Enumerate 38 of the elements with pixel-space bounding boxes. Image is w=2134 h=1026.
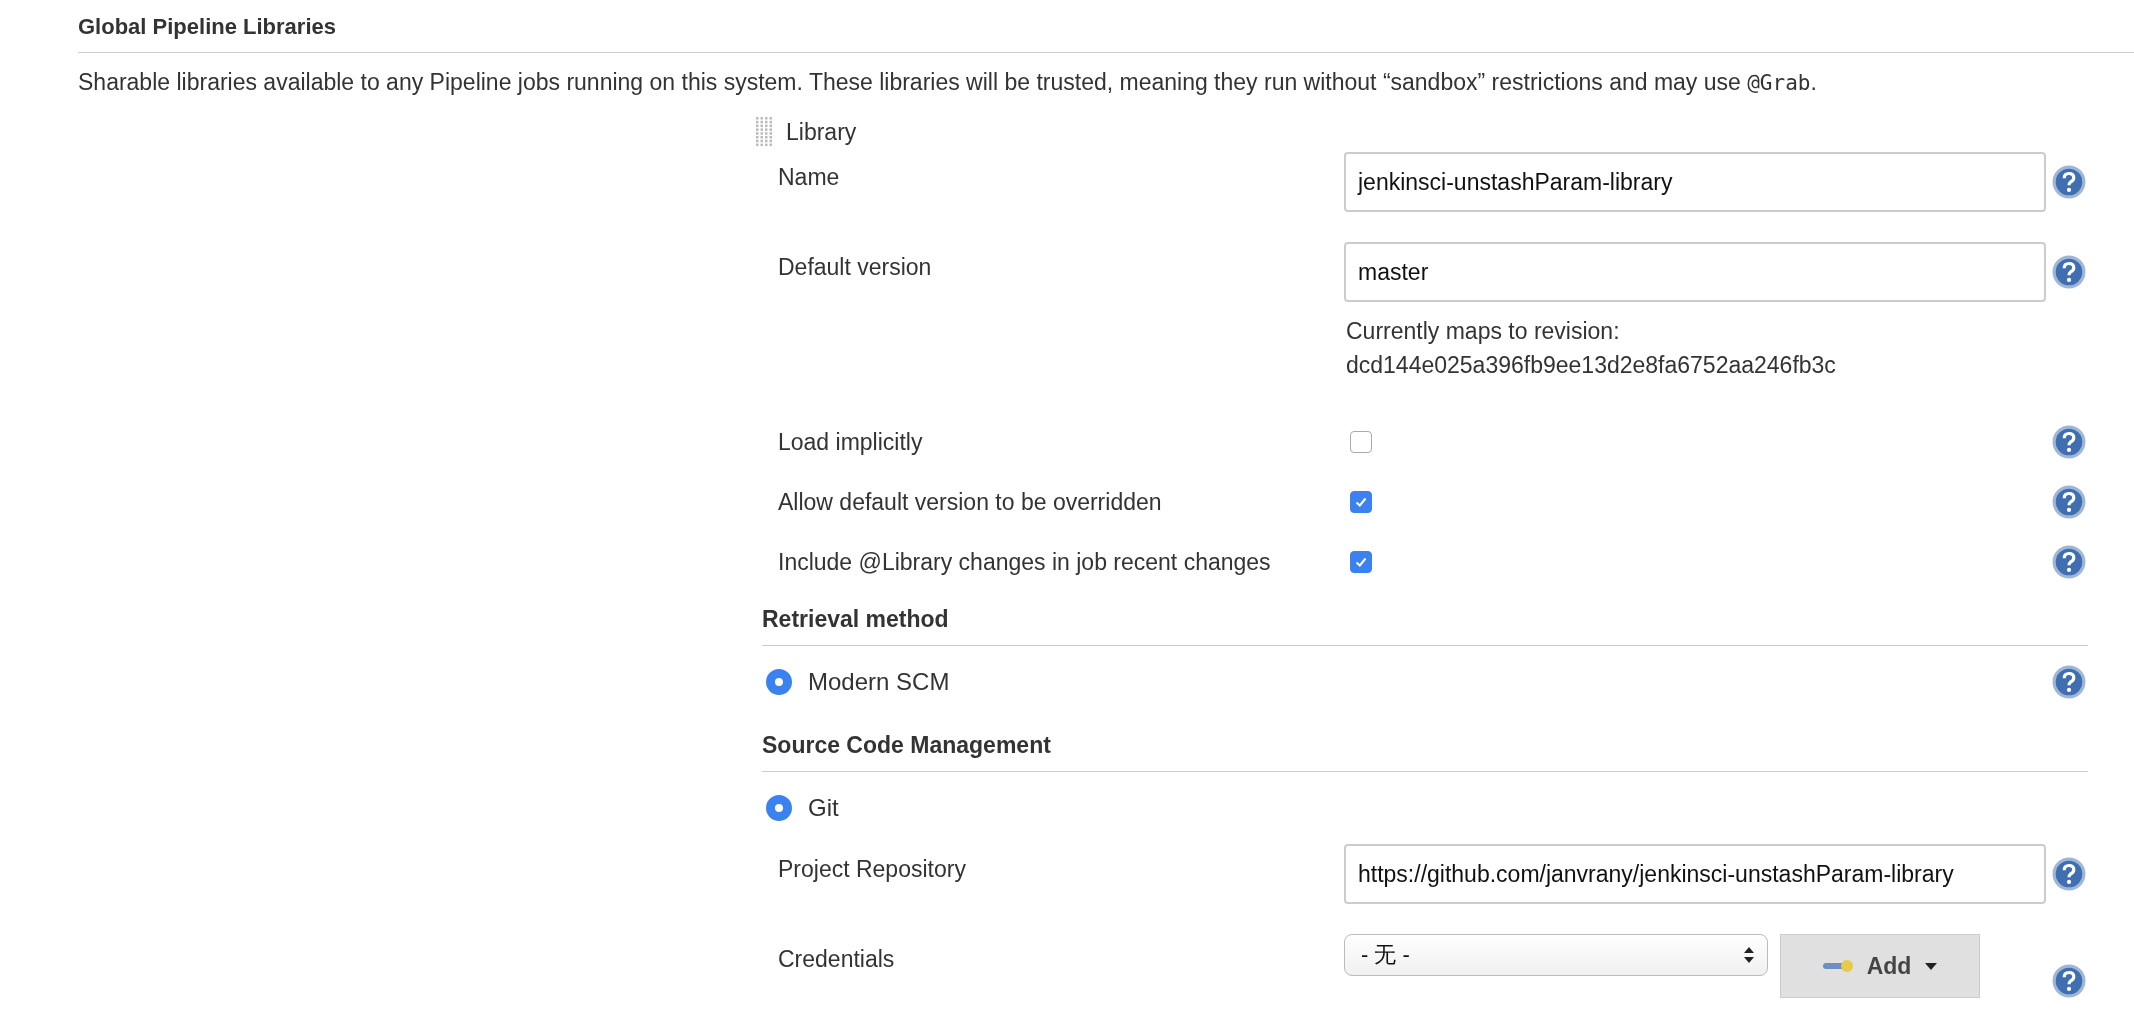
- field-label: Name: [777, 163, 841, 191]
- add-button[interactable]: Add: [1780, 934, 1980, 998]
- field-label: Include @Library changes in job recent changes: [777, 548, 1272, 576]
- help-icon[interactable]: [2052, 964, 2086, 998]
- credentials-dropdown[interactable]: - 无 -: [1344, 934, 1768, 976]
- revision-note: Currently maps to revision:: [1346, 317, 1621, 346]
- text-field[interactable]: jenkinsci-unstashParam-library: [1344, 152, 2046, 212]
- help-icon[interactable]: [2052, 545, 2086, 579]
- help-icon[interactable]: [2052, 255, 2086, 289]
- field-label: Credentials: [777, 945, 896, 973]
- section-heading: Retrieval method: [762, 606, 950, 633]
- help-icon[interactable]: [2052, 425, 2086, 459]
- caret-icon: [1923, 961, 1940, 971]
- section-description: Sharable libraries available to any Pipeline jobs running on this system. These libraries will be trusted, meaning they run without “sandbox” restrictions and may use @Grab.: [77, 69, 1818, 96]
- field-label: Load implicitly: [777, 428, 924, 456]
- help-icon[interactable]: [2052, 665, 2086, 699]
- section-heading: Source Code Management: [762, 732, 1052, 759]
- help-icon[interactable]: [2052, 165, 2086, 199]
- revision-note: dcd144e025a396fb9ee13d2e8fa6752aa246fb3c: [1346, 351, 1837, 380]
- radio-button[interactable]: [766, 669, 792, 695]
- help-icon[interactable]: [2052, 485, 2086, 519]
- up-down-arrows-icon: [1743, 945, 1755, 965]
- radio-label: Modern SCM: [808, 668, 950, 696]
- library-title: Library: [786, 118, 857, 146]
- text-field[interactable]: master: [1344, 242, 2046, 302]
- key-icon: [1820, 957, 1855, 975]
- section-heading: Global Pipeline Libraries: [77, 14, 337, 40]
- field-label: Default version: [777, 253, 933, 281]
- drag-handle-icon[interactable]: [756, 117, 774, 147]
- text-field[interactable]: https://github.com/janvrany/jenkinsci-unstashParam-library: [1344, 844, 2046, 904]
- field-label: Project Repository: [777, 855, 967, 883]
- radio-label: Git: [808, 794, 839, 822]
- checkbox[interactable]: [1350, 431, 1372, 453]
- checkbox[interactable]: [1350, 491, 1372, 513]
- checkbox[interactable]: [1350, 551, 1372, 573]
- radio-button[interactable]: [766, 795, 792, 821]
- help-icon[interactable]: [2052, 857, 2086, 891]
- field-label: Allow default version to be overridden: [777, 488, 1163, 516]
